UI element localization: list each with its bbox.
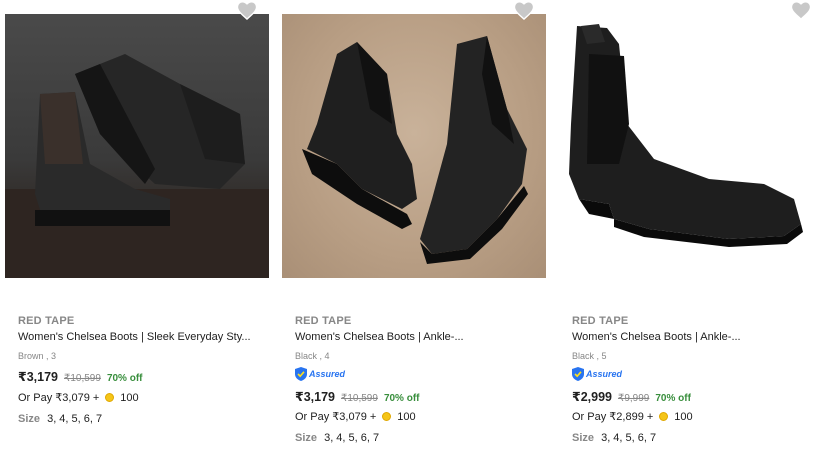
shield-icon [295, 367, 307, 381]
supercoin-icon [382, 412, 392, 421]
product-image[interactable] [282, 14, 546, 278]
size-values: 3, 4, 5, 6, 7 [47, 413, 103, 425]
shield-icon [572, 367, 584, 381]
size-list: Size 3, 4, 5, 6, 7 [295, 432, 379, 444]
pay-text: Or Pay ₹2,899 + [572, 411, 654, 423]
brand-name: RED TAPE [295, 315, 352, 327]
product-title[interactable]: Women's Chelsea Boots | Sleek Everyday S… [18, 331, 263, 343]
supercoin-icon [105, 393, 115, 402]
price-row: ₹3,179 ₹10,599 70% off [295, 389, 420, 404]
size-label: Size [18, 413, 41, 425]
size-label: Size [572, 432, 595, 444]
product-image[interactable] [5, 14, 269, 278]
discount-label: 70% off [106, 373, 143, 384]
heart-icon[interactable] [790, 0, 812, 20]
mrp-price: ₹9,999 [617, 393, 650, 404]
supercoin-icon [659, 412, 669, 421]
assured-badge: Assured [572, 366, 622, 382]
coin-count: 100 [674, 410, 693, 423]
selling-price: ₹2,999 [572, 390, 612, 404]
brand-name: RED TAPE [18, 315, 75, 327]
variant-info: Black , 4 [295, 351, 330, 361]
size-values: 3, 4, 5, 6, 7 [324, 432, 380, 444]
discount-label: 70% off [383, 393, 420, 404]
coin-count: 100 [120, 391, 139, 404]
size-list: Size 3, 4, 5, 6, 7 [18, 413, 102, 425]
assured-label: Assured [586, 369, 623, 379]
supercoin-offer: Or Pay ₹3,079 + 100 [295, 410, 416, 424]
size-label: Size [295, 432, 318, 444]
selling-price: ₹3,179 [18, 370, 58, 384]
supercoin-offer: Or Pay ₹2,899 + 100 [572, 410, 693, 424]
assured-badge: Assured [295, 366, 345, 382]
product-image[interactable] [559, 14, 823, 278]
product-card[interactable]: RED TAPE Women's Chelsea Boots | Ankle-.… [282, 0, 546, 451]
brand-name: RED TAPE [572, 315, 629, 327]
supercoin-offer: Or Pay ₹3,079 + 100 [18, 391, 139, 405]
variant-info: Black , 5 [572, 351, 607, 361]
mrp-price: ₹10,599 [340, 393, 378, 404]
product-card[interactable]: RED TAPE Women's Chelsea Boots | Sleek E… [5, 0, 269, 451]
coin-count: 100 [397, 410, 416, 423]
heart-icon[interactable] [236, 0, 258, 20]
product-title[interactable]: Women's Chelsea Boots | Ankle-... [572, 331, 817, 343]
pay-text: Or Pay ₹3,079 + [18, 392, 100, 404]
variant-info: Brown , 3 [18, 351, 57, 361]
pay-text: Or Pay ₹3,079 + [295, 411, 377, 423]
size-list: Size 3, 4, 5, 6, 7 [572, 432, 656, 444]
price-row: ₹3,179 ₹10,599 70% off [18, 369, 143, 384]
product-title[interactable]: Women's Chelsea Boots | Ankle-... [295, 331, 540, 343]
price-row: ₹2,999 ₹9,999 70% off [572, 389, 691, 404]
mrp-price: ₹10,599 [63, 373, 101, 384]
selling-price: ₹3,179 [295, 390, 335, 404]
product-card[interactable]: RED TAPE Women's Chelsea Boots | Ankle-.… [559, 0, 823, 451]
assured-label: Assured [309, 369, 346, 379]
heart-icon[interactable] [513, 0, 535, 20]
discount-label: 70% off [655, 393, 691, 404]
size-values: 3, 4, 5, 6, 7 [601, 432, 657, 444]
